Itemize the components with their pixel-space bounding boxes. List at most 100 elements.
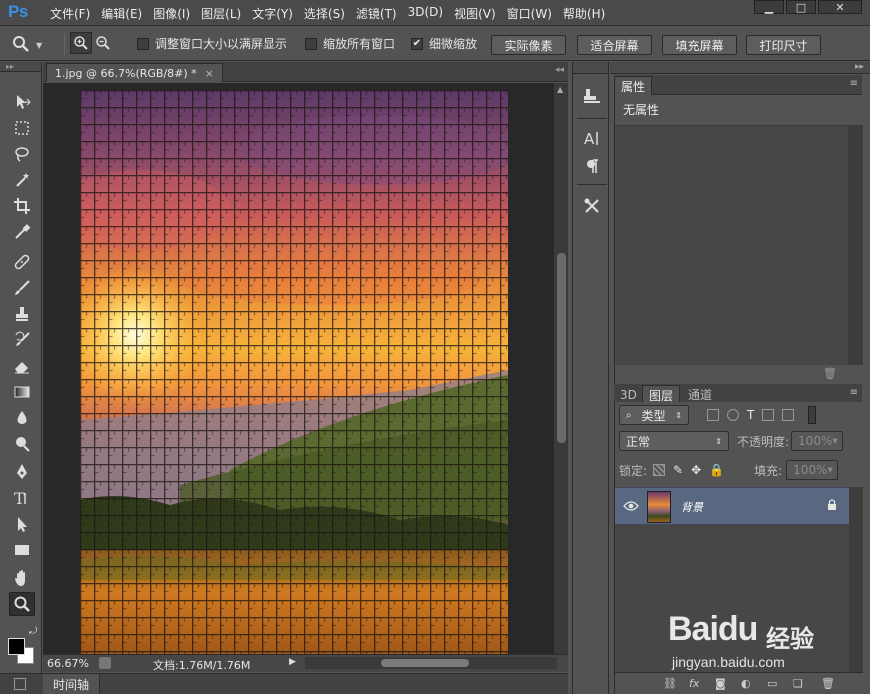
actual-pixels-button[interactable]: 实际像素 (491, 35, 566, 55)
tool-presets-panel-icon[interactable] (580, 194, 604, 218)
scrubby-zoom-option[interactable]: ✔ 细微缩放 (411, 35, 477, 52)
trash-icon[interactable]: 🗑 (823, 367, 837, 380)
dodge-tool-icon[interactable] (9, 432, 35, 456)
menu-select[interactable]: 选择(S) (304, 5, 345, 22)
tab-properties[interactable]: 属性 (614, 76, 653, 95)
toolbox-collapse-icon[interactable]: ▸▸ (0, 62, 41, 72)
fill-screen-button[interactable]: 填充屏幕 (662, 35, 737, 55)
adjustment-layer-icon[interactable]: ◐ (741, 677, 751, 690)
path-selection-tool-icon[interactable] (9, 512, 35, 536)
panel-menu-icon[interactable]: ≡ (850, 78, 858, 89)
lock-transparent-icon[interactable] (653, 464, 666, 476)
horizontal-scrollbar[interactable] (305, 657, 557, 669)
lock-position-icon[interactable]: ✥ (691, 463, 701, 477)
filter-toggle-icon[interactable] (808, 406, 817, 424)
close-tab-icon[interactable]: × (205, 67, 214, 80)
filter-smart-object-icon[interactable] (782, 409, 795, 421)
zoom-all-option[interactable]: 缩放所有窗口 (305, 35, 395, 52)
clone-stamp-tool-icon[interactable] (9, 302, 35, 326)
dock-collapse-icon[interactable] (573, 62, 608, 74)
properties-scrollbar[interactable] (848, 125, 863, 365)
rectangle-tool-icon[interactable] (9, 538, 35, 562)
healing-brush-tool-icon[interactable] (9, 250, 35, 274)
menu-window[interactable]: 窗口(W) (507, 5, 552, 22)
menu-edit[interactable]: 编辑(E) (101, 5, 142, 22)
menu-file[interactable]: 文件(F) (50, 5, 90, 22)
crop-tool-icon[interactable] (9, 194, 35, 218)
lock-all-icon[interactable]: 🔒 (709, 463, 724, 477)
filter-shape-icon[interactable] (762, 409, 775, 421)
vertical-scroll-thumb[interactable] (557, 253, 566, 443)
document-tab[interactable]: 1.jpg @ 66.7%(RGB/8#) * × (46, 63, 223, 82)
paragraph-panel-icon[interactable] (580, 154, 604, 178)
swap-colors-icon[interactable]: ⤾ (29, 626, 37, 637)
panel-collapse-icon[interactable]: ▸▸ (855, 62, 864, 72)
layer-filter-select[interactable]: ⌕ 类型 ⇕ (619, 405, 689, 425)
document-image[interactable] (80, 90, 508, 654)
print-size-button[interactable]: 打印尺寸 (746, 35, 821, 55)
panel-collapse-icon[interactable]: ◂◂ (555, 65, 564, 75)
vertical-scrollbar[interactable]: ▲ (553, 83, 568, 654)
magic-wand-tool-icon[interactable] (9, 168, 35, 192)
scrubby-zoom-checkbox[interactable]: ✔ (411, 37, 423, 50)
menu-layer[interactable]: 图层(L) (201, 5, 241, 22)
zoom-level-field[interactable]: 66.67% (47, 657, 89, 670)
menu-image[interactable]: 图像(I) (153, 5, 190, 22)
visibility-eye-icon[interactable] (623, 500, 639, 515)
maximize-button[interactable]: □ (786, 0, 816, 14)
menu-help[interactable]: 帮助(H) (563, 5, 605, 22)
opacity-field[interactable]: 100% ▼ (791, 431, 844, 451)
timeline-panel-icon[interactable] (14, 678, 26, 690)
horizontal-scroll-thumb[interactable] (381, 659, 469, 667)
close-button[interactable]: ✕ (818, 0, 862, 14)
canvas-area[interactable] (43, 83, 553, 654)
fill-field[interactable]: 100% ▼ (786, 460, 839, 480)
gradient-tool-icon[interactable] (9, 380, 35, 404)
minimize-button[interactable]: ▁ (754, 0, 784, 14)
foreground-color-swatch[interactable] (8, 638, 25, 655)
zoom-tool-icon[interactable] (9, 592, 35, 616)
history-panel-icon[interactable] (580, 84, 604, 108)
link-layers-icon[interactable]: ⛓ (663, 677, 677, 690)
brush-tool-icon[interactable] (9, 276, 35, 300)
add-mask-icon[interactable]: ◙ (715, 677, 726, 690)
layer-item-background[interactable]: 背景 (615, 487, 849, 525)
status-icon[interactable] (99, 657, 111, 669)
new-layer-icon[interactable]: ❏ (793, 677, 803, 690)
eraser-tool-icon[interactable] (9, 354, 35, 378)
fit-screen-button[interactable]: 适合屏幕 (577, 35, 652, 55)
layers-scrollbar[interactable] (849, 487, 863, 672)
menu-view[interactable]: 视图(V) (454, 5, 496, 22)
delete-layer-icon[interactable]: 🗑 (821, 677, 835, 690)
move-tool-icon[interactable] (9, 90, 35, 114)
pen-tool-icon[interactable] (9, 460, 35, 484)
menu-filter[interactable]: 滤镜(T) (356, 5, 397, 22)
filter-type-icon[interactable]: T (747, 408, 754, 422)
zoom-out-icon[interactable] (92, 32, 114, 54)
tool-preset-picker[interactable]: ▼ (10, 33, 42, 58)
resize-windows-checkbox[interactable] (137, 37, 149, 50)
character-panel-icon[interactable]: A (580, 126, 604, 150)
zoom-in-icon[interactable] (70, 32, 92, 54)
menu-3d[interactable]: 3D(D) (408, 5, 443, 22)
type-tool-icon[interactable]: T (9, 486, 35, 510)
zoom-all-checkbox[interactable] (305, 37, 317, 50)
blend-mode-select[interactable]: 正常 ⇕ (619, 431, 729, 451)
layer-style-icon[interactable]: fx (689, 677, 699, 690)
scroll-up-icon[interactable]: ▲ (557, 85, 563, 94)
marquee-tool-icon[interactable] (9, 116, 35, 140)
history-brush-tool-icon[interactable] (9, 328, 35, 352)
resize-windows-option[interactable]: 调整窗口大小以满屏显示 (137, 35, 287, 52)
filter-adjustment-icon[interactable] (727, 409, 739, 421)
menu-type[interactable]: 文字(Y) (252, 5, 293, 22)
lock-image-icon[interactable]: ✎ (673, 463, 683, 477)
hand-tool-icon[interactable] (9, 566, 35, 590)
new-group-icon[interactable]: ▭ (767, 677, 777, 690)
panel-menu-icon[interactable]: ≡ (850, 387, 858, 398)
filter-pixel-icon[interactable] (707, 409, 719, 421)
eyedropper-tool-icon[interactable] (9, 220, 35, 244)
lasso-tool-icon[interactable] (9, 142, 35, 166)
status-menu-arrow-icon[interactable]: ▶ (289, 657, 296, 667)
timeline-tab[interactable]: 时间轴 (43, 674, 101, 694)
color-swatches[interactable]: ⤾ (8, 626, 38, 664)
